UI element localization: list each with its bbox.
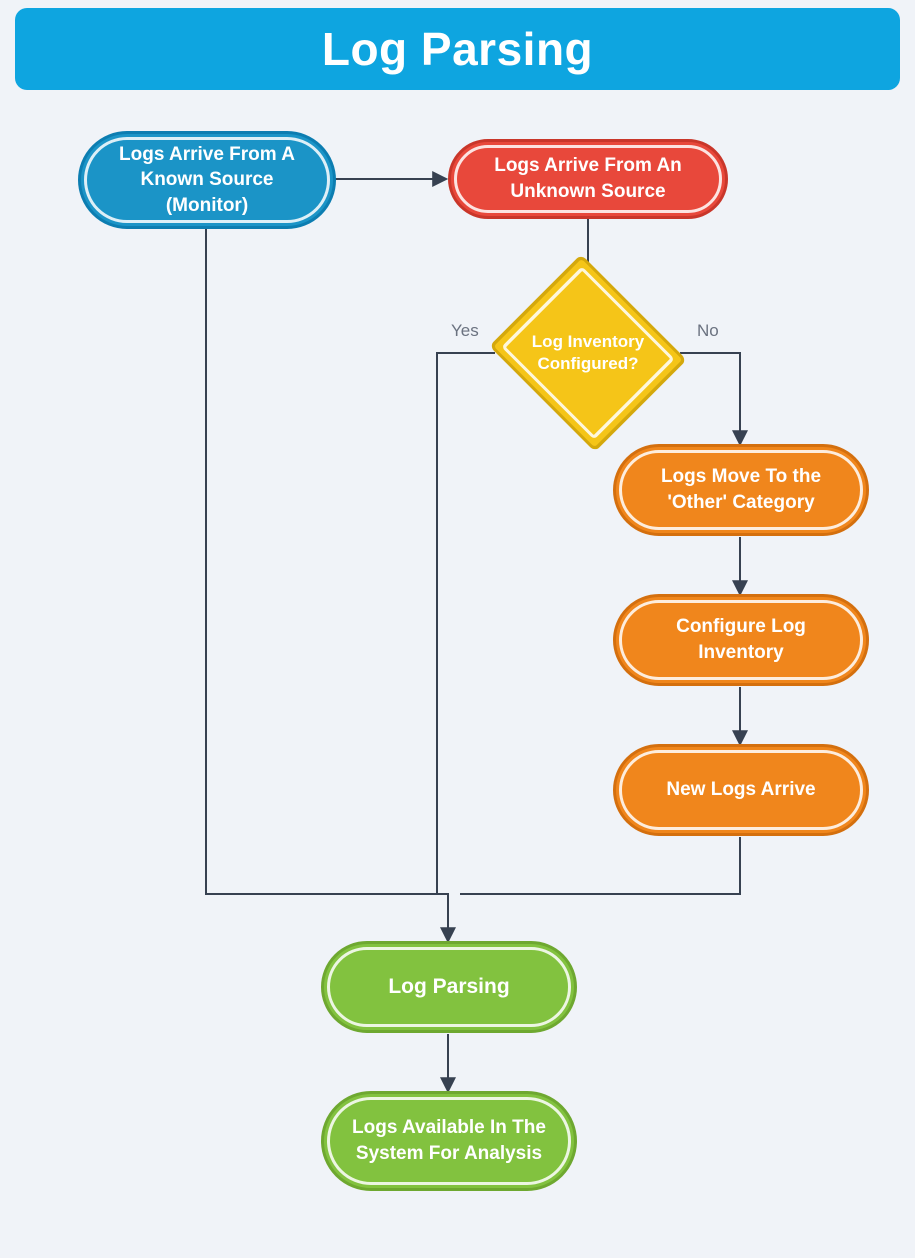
title-text: Log Parsing bbox=[322, 22, 593, 76]
node-configure-inventory: Configure Log Inventory bbox=[613, 594, 869, 686]
page-title: Log Parsing bbox=[15, 8, 900, 90]
node-other-category: Logs Move To the 'Other' Category bbox=[613, 444, 869, 536]
node-logs-available: Logs Available In The System For Analysi… bbox=[321, 1091, 577, 1191]
edge-label-yes: Yes bbox=[451, 321, 479, 341]
node-unknown-source: Logs Arrive From An Unknown Source bbox=[448, 139, 728, 219]
node-decision-text: Log Inventory Configured? bbox=[493, 331, 683, 375]
node-known-source: Logs Arrive From A Known Source (Monitor… bbox=[78, 131, 336, 229]
node-log-parsing: Log Parsing bbox=[321, 941, 577, 1033]
edge-label-no: No bbox=[697, 321, 719, 341]
node-decision: Log Inventory Configured? bbox=[493, 288, 683, 418]
node-new-logs: New Logs Arrive bbox=[613, 744, 869, 836]
